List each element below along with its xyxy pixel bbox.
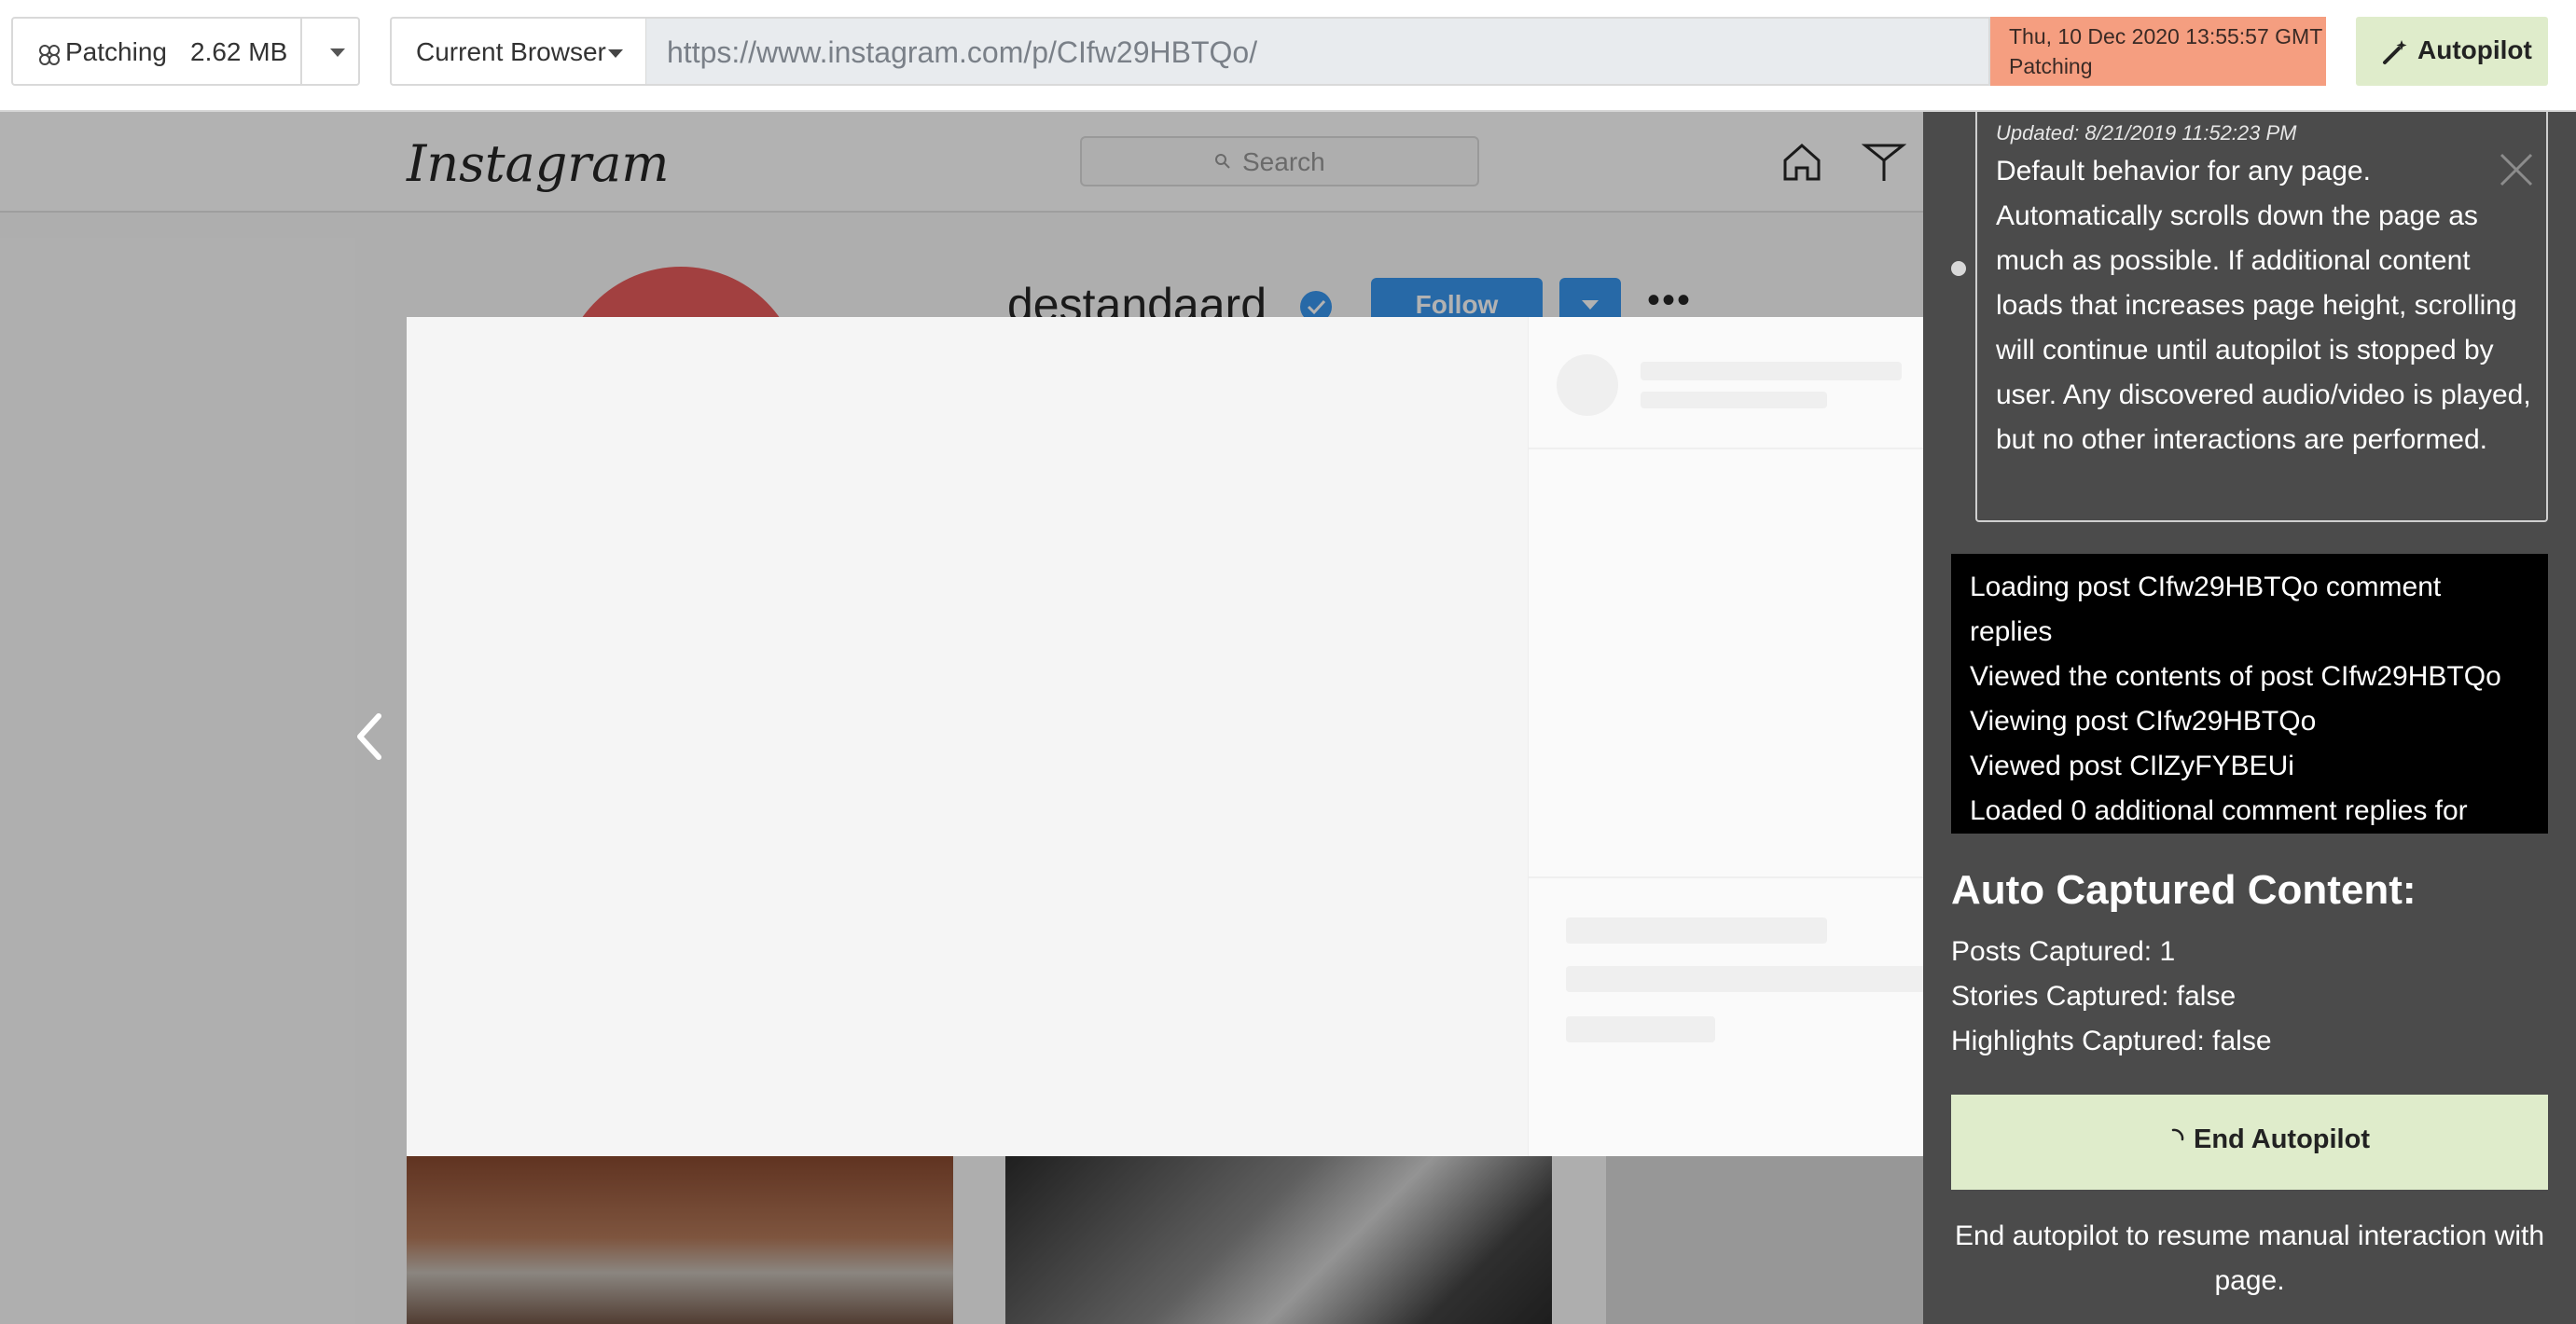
autopilot-panel: Updated: 8/21/2019 11:52:23 PM Default b… (1923, 93, 2576, 1324)
log-line: Viewing post CIfw29HBTQo (1970, 706, 2317, 737)
patching-icon (39, 45, 60, 65)
browser-select[interactable]: Current Browser (390, 17, 645, 86)
skeleton-line (1641, 362, 1902, 380)
behavior-description: Default behavior for any page. Automatic… (1996, 156, 2531, 455)
timestamp-status: Patching (2009, 54, 2093, 78)
close-icon[interactable] (2496, 149, 2537, 190)
timestamp-badge: Thu, 10 Dec 2020 13:55:57 GMT Patching (1990, 17, 2326, 86)
post-modal (407, 317, 2154, 1156)
url-text: https://www.instagram.com/p/CIfw29HBTQo/ (667, 35, 1258, 69)
skeleton-line (1566, 917, 1827, 944)
skeleton-avatar (1557, 354, 1618, 416)
auto-captured-title: Auto Captured Content: (1951, 867, 2417, 913)
log-line: replies (1970, 616, 2053, 647)
updated-timestamp: Updated: 8/21/2019 11:52:23 PM (1996, 121, 2297, 145)
autopilot-label: Autopilot (2417, 35, 2532, 64)
behavior-description-box: Updated: 8/21/2019 11:52:23 PM Default b… (1975, 93, 2548, 522)
autopilot-button[interactable]: Autopilot (2356, 17, 2548, 86)
log-line: Loaded 0 additional comment replies for (1970, 795, 2468, 826)
log-line: Viewed post CIlZyFYBEUi (1970, 751, 2294, 781)
end-autopilot-note: End autopilot to resume manual interacti… (1954, 1221, 2545, 1296)
skeleton-line (1566, 966, 1958, 992)
timestamp-time: Thu, 10 Dec 2020 13:55:57 GMT (2009, 24, 2323, 48)
browser-select-label: Current Browser (416, 37, 606, 66)
top-toolbar: Patching 2.62 MB Current Browser https:/… (0, 0, 2576, 112)
post-media-placeholder (407, 317, 1528, 1156)
highlights-captured-stat: Highlights Captured: false (1951, 1026, 2272, 1056)
magic-wand-icon (2383, 40, 2407, 64)
posts-captured-stat: Posts Captured: 1 (1951, 936, 2176, 967)
chevron-down-icon[interactable] (330, 48, 345, 57)
url-input[interactable]: https://www.instagram.com/p/CIfw29HBTQo/ (645, 17, 1990, 86)
divider (300, 19, 302, 84)
status-label: Patching (65, 37, 167, 66)
skeleton-line (1641, 392, 1827, 408)
skeleton-line (1566, 1016, 1715, 1042)
end-autopilot-label: End Autopilot (2194, 1124, 2370, 1154)
chevron-left-icon[interactable] (351, 709, 388, 765)
patching-status-dropdown[interactable]: Patching 2.62 MB (11, 17, 360, 86)
activity-log[interactable]: Loading post CIfw29HBTQo comment replies… (1951, 554, 2548, 834)
log-line: Viewed the contents of post CIfw29HBTQo (1970, 661, 2501, 692)
stories-captured-stat: Stories Captured: false (1951, 981, 2237, 1012)
end-autopilot-button[interactable]: End Autopilot (1951, 1095, 2548, 1190)
behavior-radio[interactable] (1951, 261, 1966, 276)
log-line: Loading post CIfw29HBTQo comment (1970, 572, 2442, 602)
spinner-icon (2171, 1128, 2184, 1141)
status-size: 2.62 MB (190, 37, 288, 66)
chevron-down-icon (608, 49, 623, 58)
